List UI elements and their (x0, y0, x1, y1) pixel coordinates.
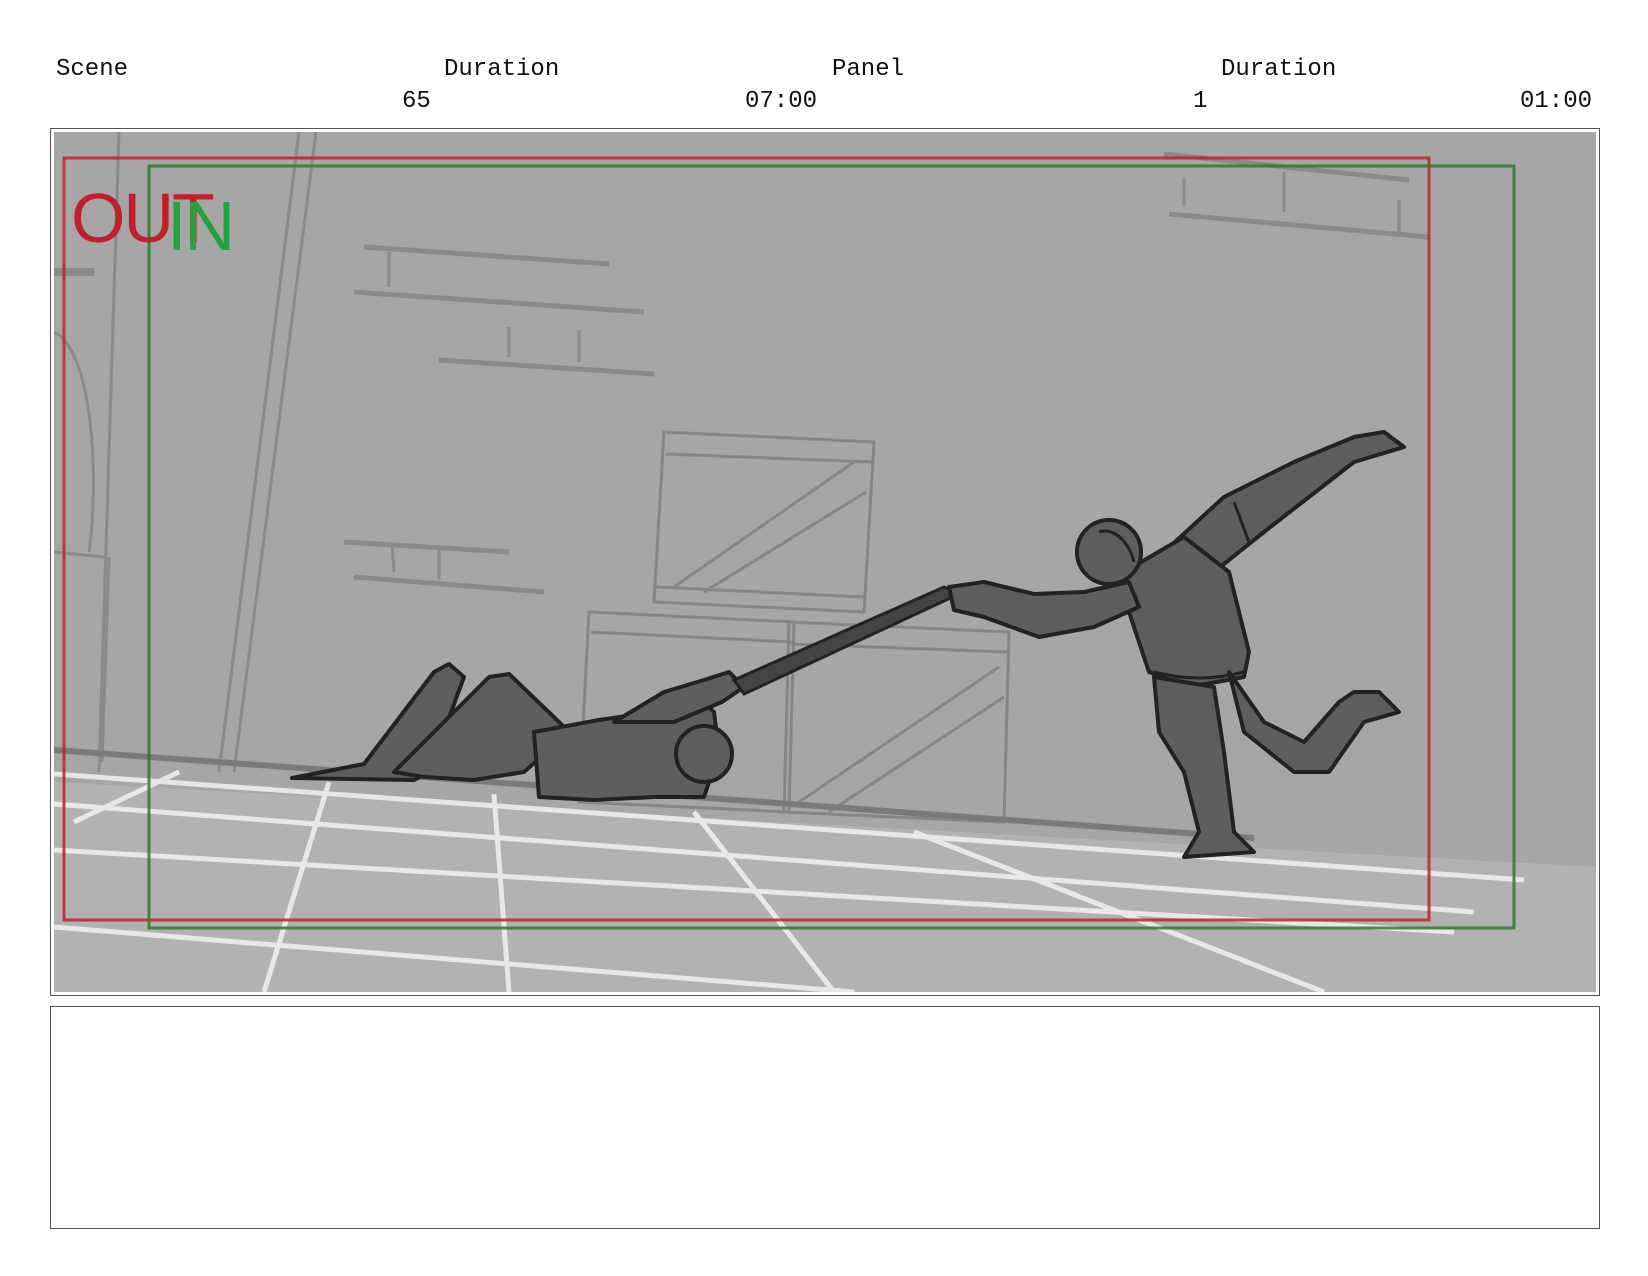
panel-value: 1 (1193, 88, 1208, 115)
scene-label: Scene (56, 56, 129, 83)
storyboard-drawing (54, 132, 1596, 992)
scene-duration-label: Duration (444, 56, 560, 83)
notes-box (50, 1006, 1600, 1229)
panel-duration-value: 01:00 (1520, 88, 1593, 115)
in-label: IN (167, 187, 235, 265)
scene-value: 65 (402, 88, 431, 115)
panel-label: Panel (832, 56, 905, 83)
storyboard-panel: OUT IN (50, 128, 1600, 996)
notes-text (51, 1007, 1599, 1023)
panel-duration-label: Duration (1221, 56, 1337, 83)
scene-duration-value: 07:00 (745, 88, 818, 115)
